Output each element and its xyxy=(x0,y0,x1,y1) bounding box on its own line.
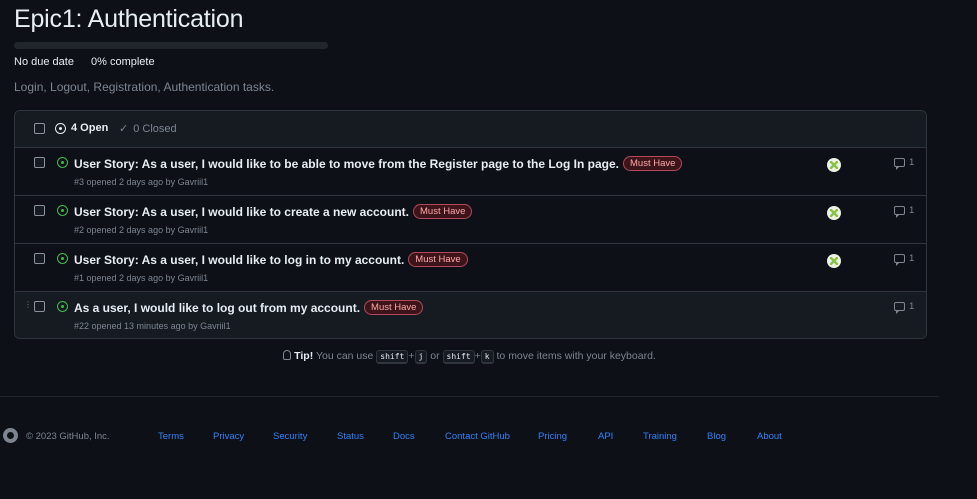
closed-issues-label: 0 Closed xyxy=(133,122,177,135)
issue-subtitle: #22 opened 13 minutes ago by Gavriil1 xyxy=(74,321,231,331)
open-issues-label: 4 Open xyxy=(71,122,109,134)
milestone-description: Login, Logout, Registration, Authenticat… xyxy=(14,80,275,94)
assignee-avatar[interactable] xyxy=(827,206,841,220)
footer-link-privacy[interactable]: Privacy xyxy=(213,431,244,442)
issue-opened-icon xyxy=(57,205,68,216)
issue-row: User Story: As a user, I would like to b… xyxy=(15,148,926,196)
footer-link-about[interactable]: About xyxy=(757,431,782,442)
copyright: © 2023 GitHub, Inc. xyxy=(26,431,110,442)
closed-issues-tab[interactable]: ✓ 0 Closed xyxy=(119,122,177,136)
tip-or: or xyxy=(430,350,440,362)
issue-opened-icon xyxy=(57,253,68,264)
issue-label[interactable]: Must Have xyxy=(364,300,424,315)
comment-count: 1 xyxy=(909,253,915,264)
comment-count: 1 xyxy=(909,301,915,312)
issue-subtitle: #3 opened 2 days ago by Gavriil1 xyxy=(74,177,209,187)
due-date: No due date xyxy=(14,56,74,68)
progress-bar xyxy=(14,42,328,49)
select-all-checkbox[interactable] xyxy=(34,123,45,134)
issue-checkbox[interactable] xyxy=(34,301,45,312)
comment-icon xyxy=(894,302,905,314)
issue-subtitle: #1 opened 2 days ago by Gavriil1 xyxy=(74,273,209,283)
comment-count: 1 xyxy=(909,157,915,168)
assignee-avatar[interactable] xyxy=(827,158,841,172)
footer-link-pricing[interactable]: Pricing xyxy=(538,431,567,442)
issue-opened-icon xyxy=(57,301,68,312)
footer-link-contact[interactable]: Contact GitHub xyxy=(445,431,510,442)
tip-text-end: to move items with your keyboard. xyxy=(496,350,656,362)
issue-checkbox[interactable] xyxy=(34,253,45,264)
issue-row: User Story: As a user, I would like to c… xyxy=(15,196,926,244)
issue-title-link[interactable]: User Story: As a user, I would like to b… xyxy=(74,157,619,171)
comments-link[interactable]: 1 xyxy=(894,205,915,218)
open-issues-tab[interactable]: 4 Open xyxy=(55,122,108,134)
footer-link-blog[interactable]: Blog xyxy=(707,431,726,442)
tip-text: You can use xyxy=(315,350,374,362)
light-bulb-icon xyxy=(283,350,292,360)
milestone-meta: No due date 0% complete xyxy=(14,56,169,68)
issue-opened-icon xyxy=(55,122,66,134)
issue-label[interactable]: Must Have xyxy=(413,204,473,219)
issue-title-link[interactable]: User Story: As a user, I would like to l… xyxy=(74,253,404,267)
kbd-k: k xyxy=(480,350,494,364)
footer-link-api[interactable]: API xyxy=(598,431,613,442)
comments-link[interactable]: 1 xyxy=(894,253,915,266)
footer-link-status[interactable]: Status xyxy=(337,431,364,442)
footer-link-training[interactable]: Training xyxy=(643,431,677,442)
issue-list-header: 4 Open ✓ 0 Closed xyxy=(15,111,926,148)
kbd-j: j xyxy=(414,350,428,364)
comment-icon xyxy=(894,206,905,218)
comment-count: 1 xyxy=(909,205,915,216)
issue-label[interactable]: Must Have xyxy=(623,156,683,171)
footer-link-security[interactable]: Security xyxy=(273,431,307,442)
milestone-title: Epic1: Authentication xyxy=(14,5,244,33)
issue-title-link[interactable]: As a user, I would like to log out from … xyxy=(74,301,360,315)
assignee-avatar[interactable] xyxy=(827,254,841,268)
issue-row: ⋮⋮ As a user, I would like to log out fr… xyxy=(15,292,926,338)
comments-link[interactable]: 1 xyxy=(894,301,915,314)
keyboard-tip: Tip! You can use shift + j or shift + k to m… xyxy=(0,350,939,364)
kbd-plus: + xyxy=(408,350,415,362)
check-icon: ✓ xyxy=(119,123,129,135)
footer-divider xyxy=(0,396,939,397)
kbd-shift: shift xyxy=(376,350,409,364)
comment-icon xyxy=(894,254,905,266)
completion: 0% complete xyxy=(91,56,155,68)
issue-subtitle: #2 opened 2 days ago by Gavriil1 xyxy=(74,225,209,235)
issue-row: User Story: As a user, I would like to l… xyxy=(15,244,926,292)
footer-link-terms[interactable]: Terms xyxy=(158,431,184,442)
kbd-shift: shift xyxy=(442,350,475,364)
issue-checkbox[interactable] xyxy=(34,157,45,168)
tip-heading: Tip! xyxy=(294,350,314,362)
comments-link[interactable]: 1 xyxy=(894,157,915,170)
issue-list: 4 Open ✓ 0 Closed User Story: As a user,… xyxy=(14,110,927,339)
kbd-plus: + xyxy=(474,350,481,362)
footer-link-docs[interactable]: Docs xyxy=(393,431,415,442)
issue-opened-icon xyxy=(57,157,68,168)
issue-checkbox[interactable] xyxy=(34,205,45,216)
comment-icon xyxy=(894,158,905,170)
issue-label[interactable]: Must Have xyxy=(408,252,468,267)
issue-title-link[interactable]: User Story: As a user, I would like to c… xyxy=(74,205,409,219)
github-logo-icon[interactable] xyxy=(3,428,18,443)
